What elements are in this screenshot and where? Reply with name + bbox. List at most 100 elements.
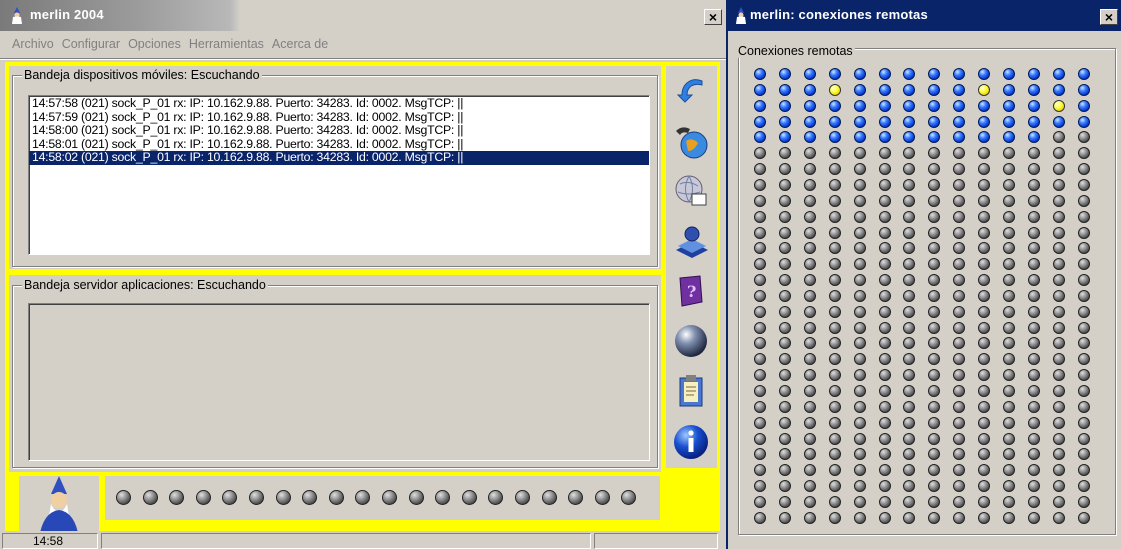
connection-led [778,258,791,271]
connection-led [778,464,791,477]
status-led [195,490,211,505]
connection-led [803,163,816,176]
menu-herramientas[interactable]: Herramientas [185,34,268,51]
connection-led [978,448,991,461]
connection-led [953,464,966,477]
connection-led [803,305,816,318]
network-computer-icon[interactable] [672,222,710,260]
sphere-icon[interactable] [672,322,710,360]
connection-led [828,210,841,223]
connection-led [878,416,891,429]
main-titlebar[interactable]: merlin 2004 × [0,0,726,31]
connection-led [1052,385,1065,397]
connection-led [828,495,841,508]
connection-led [1003,131,1015,144]
connection-led [878,480,891,493]
connection-led [803,353,816,366]
connection-led [878,242,891,255]
connection-led [828,194,841,207]
connection-led [1077,385,1090,397]
log-row[interactable]: 14:58:00 (021) sock_P_01 rx: IP: 10.162.… [29,123,649,138]
connection-led [1052,464,1065,477]
remote-group-label: Conexiones remotas [736,44,855,58]
globe-window-icon[interactable] [672,172,710,210]
connection-led [878,464,891,477]
app-server-log-list[interactable] [28,303,650,461]
connection-led [828,83,841,96]
main-close-button[interactable]: × [704,9,722,25]
connection-led [878,178,891,191]
wizard-app-icon [736,7,746,24]
connection-led [754,258,766,271]
phone-globe-icon[interactable] [672,123,710,161]
connection-led [1052,147,1065,160]
menu-archivo[interactable]: Archivo [0,34,58,51]
help-book-icon[interactable]: ? [672,272,710,310]
connection-led [903,495,916,508]
connection-led [754,242,766,255]
log-row[interactable]: 14:57:58 (021) sock_P_01 rx: IP: 10.162.… [29,96,649,111]
mobile-log-list[interactable]: 14:57:58 (021) sock_P_01 rx: IP: 10.162.… [28,95,650,255]
connection-led [953,163,966,176]
connection-led [928,163,941,176]
connection-led [1003,321,1015,334]
log-row[interactable]: 14:57:59 (021) sock_P_01 rx: IP: 10.162.… [29,110,649,125]
connection-led [754,353,766,366]
connection-led [1052,337,1065,350]
connection-led [754,99,766,112]
connection-led [953,115,966,128]
connection-led [978,258,991,271]
connection-led [928,480,941,493]
connection-led [778,242,791,255]
connection-led [953,305,966,318]
connection-led [853,99,866,112]
connection-led [1027,353,1040,366]
connection-led [828,99,841,112]
connection-led [1027,464,1040,477]
connection-led [903,464,916,477]
connection-led [978,226,991,239]
connection-led [928,369,941,382]
connection-led [978,274,991,287]
menu-opciones[interactable]: Opciones [124,34,185,51]
connection-led [1052,369,1065,382]
remote-close-button[interactable]: × [1100,9,1118,25]
connection-led [754,400,766,413]
connection-led [953,337,966,350]
connection-led [1003,289,1015,302]
connection-led [828,464,841,477]
info-icon[interactable] [672,423,710,461]
connection-led [978,385,991,397]
connection-led [803,385,816,397]
connection-led [978,99,991,112]
connection-led [1027,495,1040,508]
connection-led [1077,258,1090,271]
connection-led [978,131,991,144]
connection-led [778,337,791,350]
connection-led [803,448,816,461]
log-row[interactable]: 14:58:01 (021) sock_P_01 rx: IP: 10.162.… [29,137,649,152]
connection-led [903,416,916,429]
connection-led [878,194,891,207]
clipboard-icon[interactable] [672,372,710,410]
connection-led [903,321,916,334]
log-row[interactable]: 14:58:02 (021) sock_P_01 rx: IP: 10.162.… [29,150,649,165]
connection-led [903,400,916,413]
connection-led [1027,289,1040,302]
connection-led [803,258,816,271]
connection-led [1003,99,1015,112]
connection-led [978,400,991,413]
connection-led [803,289,816,302]
connection-led [978,242,991,255]
connection-led [754,464,766,477]
connection-led [828,480,841,493]
connection-led [978,163,991,176]
refresh-arrow-icon[interactable] [672,71,710,109]
menu-acerca-de[interactable]: Acerca de [268,34,332,51]
connection-led [853,210,866,223]
wizard-mascot-icon [39,476,79,538]
connection-led [978,432,991,445]
menu-configurar[interactable]: Configurar [58,34,124,51]
connection-led [778,495,791,508]
remote-titlebar[interactable]: merlin: conexiones remotas × [728,0,1121,31]
